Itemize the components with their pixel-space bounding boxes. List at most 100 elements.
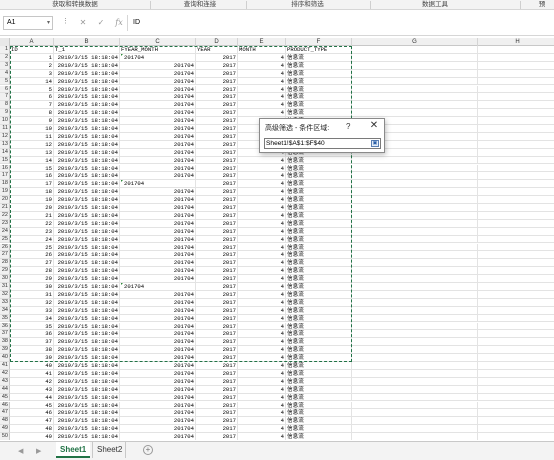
cell-a44[interactable]: 43 bbox=[10, 385, 54, 394]
cell-b44[interactable]: 2019/3/15 18:18:04 bbox=[54, 385, 120, 394]
cell-b43[interactable]: 2019/3/15 18:18:04 bbox=[54, 377, 120, 386]
cell-h6[interactable] bbox=[478, 86, 554, 94]
cell-c43[interactable]: 201704 bbox=[120, 377, 196, 386]
cell-h25[interactable] bbox=[478, 236, 554, 244]
cell-c12[interactable]: 201704 bbox=[120, 132, 196, 141]
cell-e7[interactable]: 4 bbox=[238, 93, 286, 102]
cell-a5[interactable]: 14 bbox=[10, 77, 54, 86]
cell-g34[interactable] bbox=[352, 306, 478, 315]
cell-g20[interactable] bbox=[352, 196, 478, 204]
cell-e35[interactable]: 4 bbox=[238, 314, 286, 323]
cell-c35[interactable]: 201704 bbox=[120, 314, 196, 323]
cell-c44[interactable]: 201704 bbox=[120, 385, 196, 394]
cell-d19[interactable]: 2017 bbox=[196, 188, 238, 197]
column-header-h[interactable]: H bbox=[478, 38, 554, 46]
row-header[interactable]: 47 bbox=[0, 409, 10, 418]
cell-g4[interactable] bbox=[352, 69, 478, 78]
cell-b39[interactable]: 2019/3/15 18:18:04 bbox=[54, 346, 120, 355]
cell-c27[interactable]: 201704 bbox=[120, 251, 196, 260]
cell-h42[interactable] bbox=[478, 370, 554, 378]
cell-h34[interactable] bbox=[478, 307, 554, 315]
cell-a27[interactable]: 26 bbox=[10, 251, 54, 260]
tab-sheet1[interactable]: Sheet1 bbox=[56, 442, 90, 458]
cell-e26[interactable]: 4 bbox=[238, 243, 286, 252]
cell-c26[interactable]: 201704 bbox=[120, 243, 196, 252]
select-all-corner[interactable] bbox=[0, 38, 10, 46]
cell-d11[interactable]: 2017 bbox=[196, 125, 238, 133]
cell-h5[interactable] bbox=[478, 78, 554, 86]
cell-f7[interactable]: 信息流 bbox=[286, 93, 352, 102]
cell-h50[interactable] bbox=[478, 433, 554, 440]
cell-e33[interactable]: 4 bbox=[238, 298, 286, 307]
row-header[interactable]: 1 bbox=[0, 46, 10, 54]
row-header[interactable]: 30 bbox=[0, 275, 10, 283]
cell-e4[interactable]: 4 bbox=[238, 69, 286, 78]
row-header[interactable]: 28 bbox=[0, 259, 10, 268]
cell-f18[interactable]: 信息流 bbox=[286, 180, 352, 189]
cell-g29[interactable] bbox=[352, 267, 478, 276]
cell-h30[interactable] bbox=[478, 275, 554, 283]
cell-f5[interactable]: 信息流 bbox=[286, 77, 352, 86]
cell-a32[interactable]: 31 bbox=[10, 290, 54, 299]
cell-e3[interactable]: 4 bbox=[238, 61, 286, 70]
cell-b12[interactable]: 2019/3/15 18:18:04 bbox=[54, 132, 120, 141]
cell-f45[interactable]: 信息流 bbox=[286, 393, 352, 402]
cell-b38[interactable]: 2019/3/15 18:18:04 bbox=[54, 338, 120, 347]
column-header-a[interactable]: A bbox=[10, 38, 54, 46]
row-header[interactable]: 35 bbox=[0, 314, 10, 323]
row-header[interactable]: 22 bbox=[0, 211, 10, 220]
cell-b35[interactable]: 2019/3/15 18:18:04 bbox=[54, 314, 120, 323]
help-icon[interactable]: ? bbox=[346, 122, 350, 131]
cell-d50[interactable]: 2017 bbox=[196, 433, 238, 440]
row-header[interactable]: 26 bbox=[0, 243, 10, 252]
row-header[interactable]: 9 bbox=[0, 109, 10, 118]
cell-d40[interactable]: 2017 bbox=[196, 354, 238, 362]
x-icon[interactable]: ✕ bbox=[76, 16, 90, 30]
cell-d36[interactable]: 2017 bbox=[196, 322, 238, 331]
cell-a10[interactable]: 9 bbox=[10, 117, 54, 125]
cell-f2[interactable]: 信息流 bbox=[286, 53, 352, 62]
cell-e47[interactable]: 4 bbox=[238, 409, 286, 418]
tab-scroll-right-icon[interactable]: ▶ bbox=[36, 447, 41, 455]
cell-g18[interactable] bbox=[352, 180, 478, 189]
cell-g1[interactable] bbox=[352, 46, 478, 54]
cell-c50[interactable]: 201704 bbox=[120, 433, 196, 440]
column-header-c[interactable]: C bbox=[120, 38, 196, 46]
cell-c15[interactable]: 201704 bbox=[120, 156, 196, 165]
cell-c48[interactable]: 201704 bbox=[120, 417, 196, 426]
cell-f34[interactable]: 信息流 bbox=[286, 306, 352, 315]
cell-d14[interactable]: 2017 bbox=[196, 148, 238, 157]
cell-h48[interactable] bbox=[478, 417, 554, 426]
cell-f33[interactable]: 信息流 bbox=[286, 298, 352, 307]
cell-e19[interactable]: 4 bbox=[238, 188, 286, 197]
cell-e38[interactable]: 4 bbox=[238, 338, 286, 347]
cell-d6[interactable]: 2017 bbox=[196, 85, 238, 94]
cell-f30[interactable]: 信息流 bbox=[286, 275, 352, 283]
row-header[interactable]: 41 bbox=[0, 362, 10, 370]
cell-h18[interactable] bbox=[478, 180, 554, 189]
cell-b23[interactable]: 2019/3/15 18:18:04 bbox=[54, 219, 120, 228]
cell-f31[interactable]: 信息流 bbox=[286, 283, 352, 291]
cell-f19[interactable]: 信息流 bbox=[286, 188, 352, 197]
cell-a4[interactable]: 3 bbox=[10, 69, 54, 78]
cell-h41[interactable] bbox=[478, 362, 554, 370]
row-header[interactable]: 46 bbox=[0, 401, 10, 410]
cell-f37[interactable]: 信息流 bbox=[286, 330, 352, 339]
cell-c21[interactable]: 201704 bbox=[120, 204, 196, 212]
cell-b5[interactable]: 2019/3/15 18:18:04 bbox=[54, 77, 120, 86]
cell-g26[interactable] bbox=[352, 243, 478, 252]
cell-d45[interactable]: 2017 bbox=[196, 393, 238, 402]
cell-b18[interactable]: 2019/3/15 18:18:04 bbox=[54, 180, 120, 189]
cell-a9[interactable]: 8 bbox=[10, 109, 54, 118]
cell-f26[interactable]: 信息流 bbox=[286, 243, 352, 252]
cell-b6[interactable]: 2019/3/15 18:18:04 bbox=[54, 85, 120, 94]
cell-b34[interactable]: 2019/3/15 18:18:04 bbox=[54, 306, 120, 315]
cell-d21[interactable]: 2017 bbox=[196, 204, 238, 212]
cell-h37[interactable] bbox=[478, 330, 554, 339]
cell-d47[interactable]: 2017 bbox=[196, 409, 238, 418]
cell-h11[interactable] bbox=[478, 125, 554, 133]
cell-h8[interactable] bbox=[478, 101, 554, 110]
cell-c32[interactable]: 201704 bbox=[120, 290, 196, 299]
cell-g16[interactable] bbox=[352, 164, 478, 173]
worksheet-grid[interactable]: ABCDEFGH 1 ID T_1 FYEAR_MONTH YEAR MONTH PRODU… bbox=[0, 38, 554, 440]
